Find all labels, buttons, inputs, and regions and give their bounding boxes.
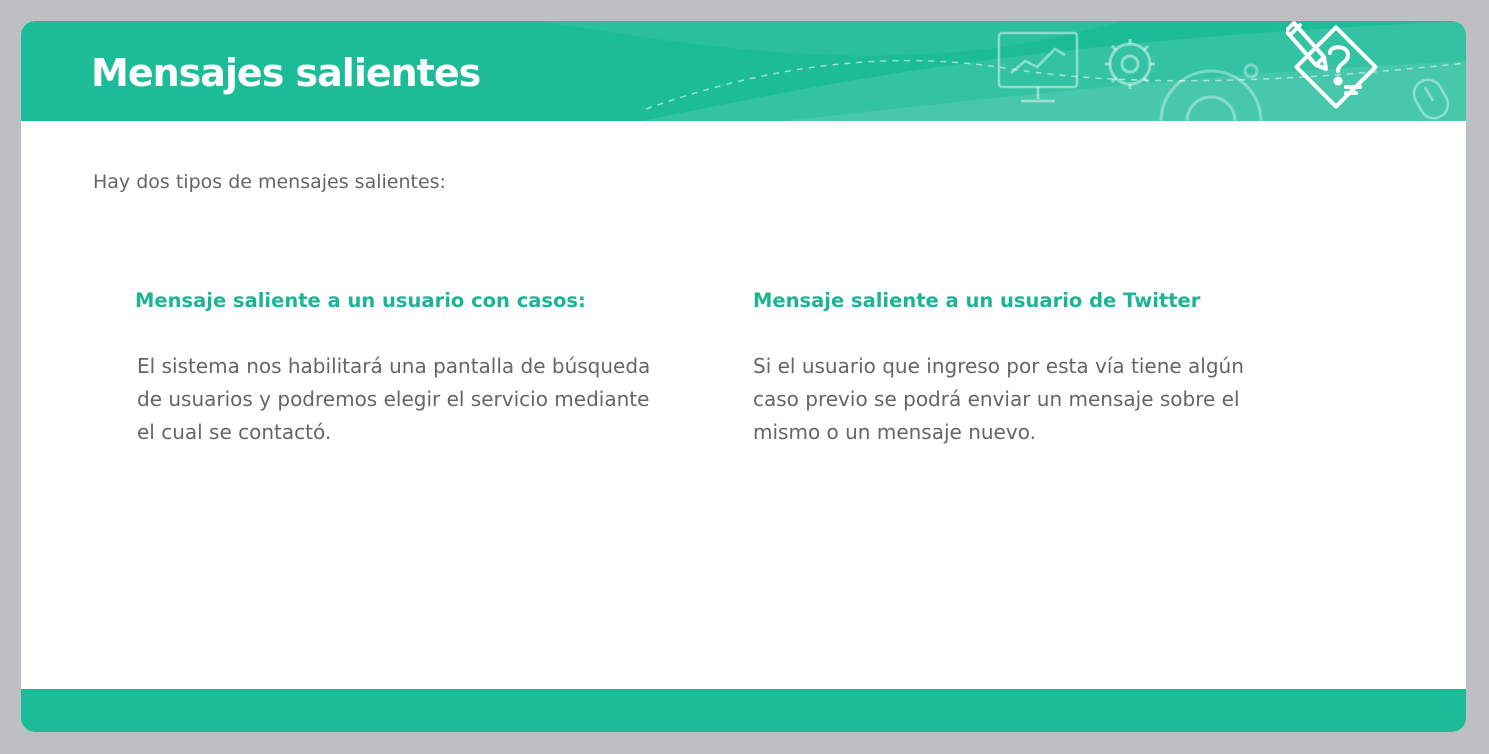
outgoing-cases-section: Mensaje saliente a un usuario con casos:… [135,286,675,449]
pencil-question-badge-icon [1286,21,1378,109]
footer-bar [21,689,1466,732]
page-title: Mensajes salientes [91,51,481,95]
slide-card: Mensajes salientes Hay dos tipos de mens… [21,21,1466,732]
section-body: El sistema nos habilitará una pantalla d… [137,354,651,444]
section-heading: Mensaje saliente a un usuario con casos: [135,289,586,312]
section-body: Si el usuario que ingreso por esta vía t… [753,354,1244,444]
header-banner: Mensajes salientes [21,21,1466,121]
section-heading: Mensaje saliente a un usuario de Twitter [753,289,1201,312]
outgoing-twitter-section: Mensaje saliente a un usuario de Twitter… [753,286,1293,449]
intro-text: Hay dos tipos de mensajes salientes: [93,171,446,193]
